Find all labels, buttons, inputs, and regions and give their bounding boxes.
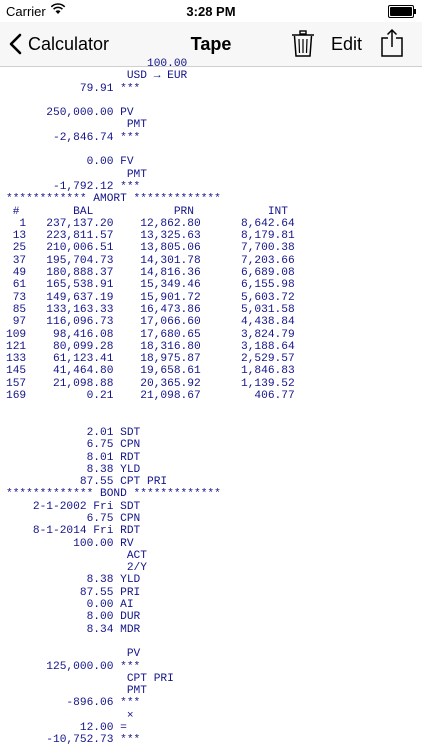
tape-line: 8.38 YLD [6, 463, 141, 476]
tape-line: 85 133,163.33 16,473.86 5,031.58 [6, 303, 295, 316]
battery-icon [388, 5, 416, 18]
tape-view[interactable]: 100.00 USD → EUR 79.91 *** 250,000.00 PV… [0, 58, 422, 750]
back-button-label: Calculator [28, 33, 110, 54]
tape-line: 125,000.00 *** [6, 660, 141, 673]
tape-line: USD → EUR [6, 70, 188, 83]
tape-line: 1 237,137.20 12,862.80 8,642.64 [6, 217, 295, 230]
tape-line: 169 0.21 21,098.67 406.77 [6, 390, 295, 403]
tape-line: 0.00 AI [6, 599, 134, 612]
tape-line: ACT [6, 549, 147, 562]
tape-line: ************* BOND ************* [6, 488, 221, 501]
tape-line: 2/Y [6, 562, 147, 575]
tape-line: 37 195,704.73 14,301.78 7,203.66 [6, 254, 295, 267]
tape-line: -2,846.74 *** [6, 131, 141, 144]
tape-line: 109 98,416.08 17,680.65 3,824.79 [6, 328, 295, 341]
status-bar: Carrier 3:28 PM [0, 0, 422, 22]
tape-line: 87.55 CPT PRI [6, 476, 168, 489]
trash-icon[interactable] [291, 30, 315, 58]
tape-line: -1,792.12 *** [6, 180, 141, 193]
tape-line: 250,000.00 PV [6, 107, 134, 120]
tape-line: 6.75 CPN [6, 439, 141, 452]
tape-line: # BAL PRN INT [6, 205, 288, 218]
tape-content: 100.00 USD → EUR 79.91 *** 250,000.00 PV… [0, 58, 422, 747]
tape-line: CPT PRI [6, 672, 174, 685]
tape-line: 79.91 *** [6, 82, 141, 95]
tape-line: 97 116,096.73 17,066.60 4,438.84 [6, 316, 295, 329]
tape-line: PMT [6, 119, 147, 132]
tape-line: PV [6, 648, 141, 661]
share-icon[interactable] [380, 28, 404, 58]
tape-line: 133 61,123.41 18,975.87 2,529.57 [6, 353, 295, 366]
tape-line: 13 223,811.57 13,325.63 8,179.81 [6, 230, 295, 243]
tape-line: 100.00 [6, 58, 188, 70]
tape-line: 121 80,099.28 18,316.80 3,188.64 [6, 340, 295, 353]
tape-line: 25 210,006.51 13,805.06 7,700.38 [6, 242, 295, 255]
tape-line: -896.06 *** [6, 697, 141, 710]
tape-line: 100.00 RV [6, 537, 134, 550]
tape-line: 2.01 SDT [6, 426, 141, 439]
chevron-left-icon [9, 33, 22, 55]
tape-line: 61 165,538.91 15,349.46 6,155.98 [6, 279, 295, 292]
tape-line: PMT [6, 168, 147, 181]
tape-line: 157 21,098.88 20,365.92 1,139.52 [6, 377, 295, 390]
tape-line: 0.00 FV [6, 156, 134, 169]
tape-line: PMT [6, 685, 147, 698]
tape-line: 8.38 YLD [6, 574, 141, 587]
tape-line: 8-1-2014 Fri RDT [6, 525, 141, 538]
tape-line: 2-1-2002 Fri SDT [6, 500, 141, 513]
tape-line: 8.34 MDR [6, 623, 141, 636]
tape-line: 87.55 PRI [6, 586, 141, 599]
tape-line: × [6, 709, 134, 722]
tape-line: 145 41,464.80 19,658.61 1,846.83 [6, 365, 295, 378]
tape-line: ************ AMORT ************* [6, 193, 221, 206]
tape-line: 73 149,637.19 15,901.72 5,603.72 [6, 291, 295, 304]
tape-line: -10,752.73 *** [6, 734, 141, 747]
tape-line: 8.01 RDT [6, 451, 141, 464]
tape-line: 6.75 CPN [6, 512, 141, 525]
tape-line: 8.00 DUR [6, 611, 141, 624]
status-time: 3:28 PM [186, 4, 236, 19]
tape-line: 49 180,888.37 14,816.36 6,689.08 [6, 267, 295, 280]
tape-line: 12.00 = [6, 722, 127, 735]
